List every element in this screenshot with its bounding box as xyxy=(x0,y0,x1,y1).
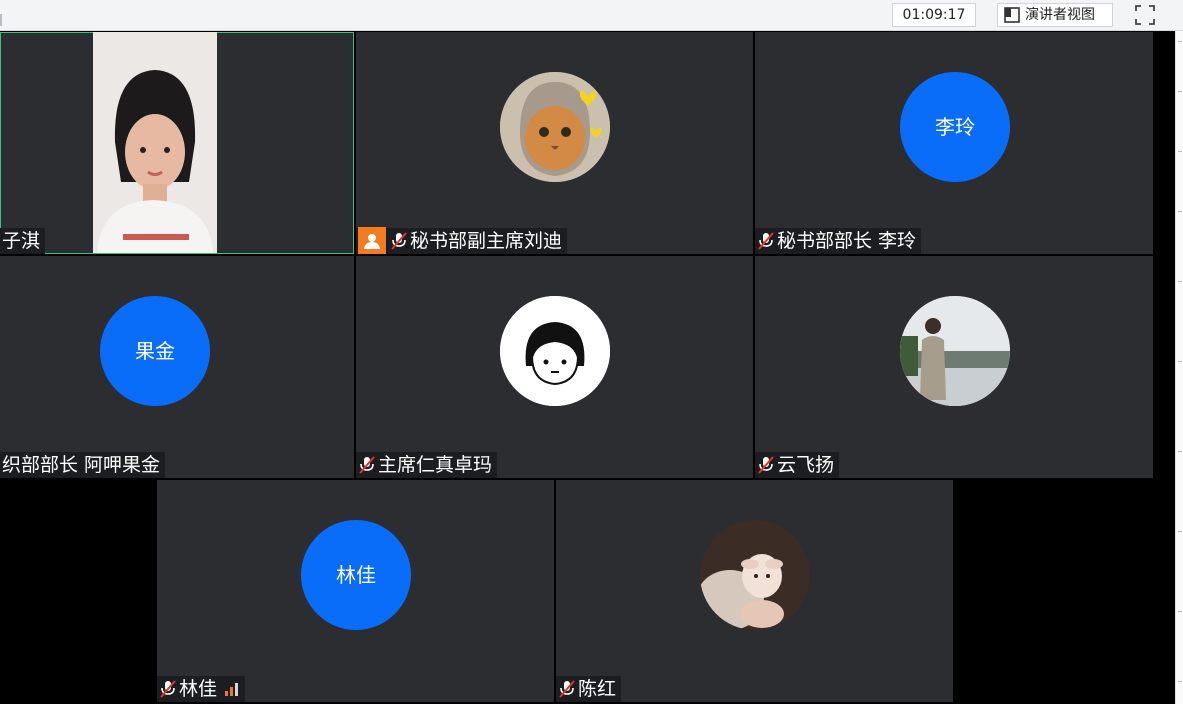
participant-name: 陈红 xyxy=(578,678,617,700)
participant-tile[interactable]: 云飞扬 xyxy=(755,256,1153,478)
meeting-toolbar: 01:09:17 演讲者视图 xyxy=(0,0,1183,31)
lamb-avatar-image xyxy=(700,520,810,630)
participant-tile[interactable]: 子淇 xyxy=(0,32,354,254)
participant-nameplate: 云飞扬 xyxy=(755,452,840,478)
participant-name: 秘书部副主席刘迪 xyxy=(410,230,563,252)
landscape-person-avatar-image xyxy=(900,296,1010,406)
participant-nameplate: 织部部长 阿呷果金 xyxy=(0,452,166,478)
participant-name: 秘书部部长 李玲 xyxy=(777,230,917,252)
host-badge xyxy=(358,227,386,254)
fullscreen-icon[interactable] xyxy=(1134,4,1156,26)
cartoon-face-avatar-image xyxy=(500,296,610,406)
participant-tile[interactable]: 秘书部副主席刘迪 xyxy=(356,32,753,254)
participant-nameplate: 陈红 xyxy=(556,676,622,702)
participant-avatar xyxy=(700,520,810,630)
participant-tile[interactable]: 主席仁真卓玛 xyxy=(356,256,753,478)
muted-mic-icon xyxy=(758,456,774,474)
muted-mic-icon xyxy=(559,680,575,698)
person-icon xyxy=(364,234,380,249)
participant-avatar: 林佳 xyxy=(301,520,411,630)
muted-mic-icon xyxy=(160,680,176,698)
participant-name: 子淇 xyxy=(2,230,41,252)
participant-avatar xyxy=(500,72,610,182)
cat-avatar-image xyxy=(500,72,610,182)
participant-tile[interactable]: 李玲 秘书部部长 李玲 xyxy=(755,32,1153,254)
participant-nameplate: 林佳 xyxy=(157,676,246,702)
muted-mic-icon xyxy=(359,456,375,474)
participant-name: 主席仁真卓玛 xyxy=(378,454,493,476)
meeting-timer: 01:09:17 xyxy=(892,3,976,27)
participant-avatar xyxy=(900,296,1010,406)
signal-strength-icon xyxy=(225,682,240,696)
muted-mic-icon xyxy=(391,232,407,250)
participant-avatar xyxy=(500,296,610,406)
participant-nameplate: 秘书部部长 李玲 xyxy=(755,228,922,254)
participant-tile[interactable]: 果金 织部部长 阿呷果金 xyxy=(0,256,354,478)
window-edge xyxy=(0,14,2,26)
participant-video xyxy=(93,32,217,253)
speaker-view-icon xyxy=(1004,7,1020,23)
participant-nameplate: 子淇 xyxy=(0,228,46,254)
participant-avatar: 李玲 xyxy=(900,72,1010,182)
participant-name: 林佳 xyxy=(179,678,218,700)
video-frame xyxy=(93,32,217,253)
speaker-view-label: 演讲者视图 xyxy=(1025,7,1095,23)
participant-tile[interactable]: 林佳 林佳 xyxy=(157,480,554,702)
speaker-view-button[interactable]: 演讲者视图 xyxy=(997,3,1113,27)
participant-tile[interactable]: 陈红 xyxy=(556,480,953,702)
participant-name: 云飞扬 xyxy=(777,454,835,476)
muted-mic-icon xyxy=(758,232,774,250)
side-ruler xyxy=(1175,31,1183,704)
participant-nameplate: 主席仁真卓玛 xyxy=(356,452,498,478)
participant-nameplate: 秘书部副主席刘迪 xyxy=(356,227,568,254)
participant-name: 织部部长 阿呷果金 xyxy=(2,454,161,476)
participant-avatar: 果金 xyxy=(100,296,210,406)
